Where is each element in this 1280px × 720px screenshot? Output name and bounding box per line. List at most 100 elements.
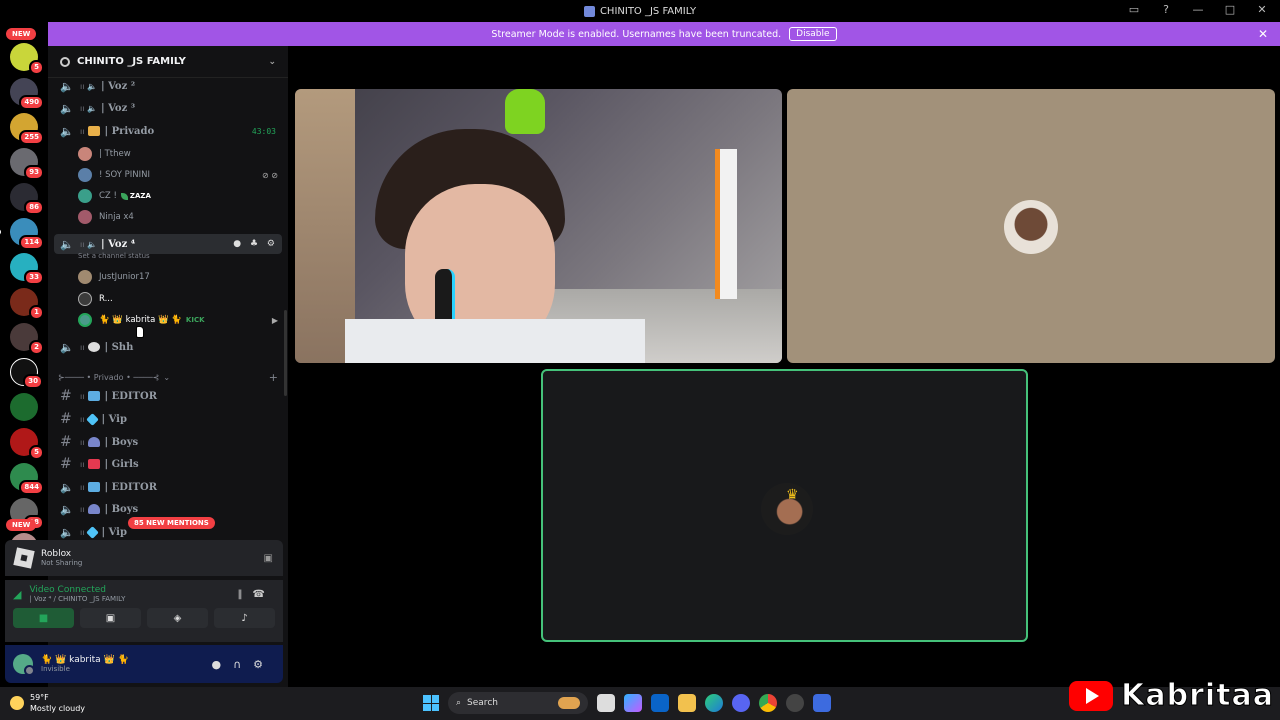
headphones-icon[interactable]: ∩: [233, 658, 253, 671]
participant-tile-speaking[interactable]: ♛: [541, 369, 1028, 642]
help-icon[interactable]: ?: [1158, 3, 1174, 16]
voice-channel[interactable]: 🔈 ıı | EDITOR: [54, 477, 282, 497]
disconnect-icon[interactable]: ☎: [253, 589, 275, 600]
maximize-button[interactable]: □: [1222, 3, 1238, 16]
inbox-icon[interactable]: ▭: [1126, 3, 1142, 16]
chevron-down-icon: ⌄: [268, 56, 276, 67]
voice-member[interactable]: R...: [78, 290, 278, 308]
speaker-icon: 🔈: [60, 79, 74, 93]
new-pill[interactable]: NEW: [6, 519, 37, 531]
channel-name: | Girls: [104, 458, 139, 470]
voice-member[interactable]: ! SOY PININI ⊘ ⊘: [78, 166, 278, 184]
file-explorer-icon[interactable]: [678, 694, 696, 712]
channel-status[interactable]: Set a channel status: [78, 252, 150, 260]
voice-channel[interactable]: 🔈 ıı 🔈 | Voz ³: [54, 98, 282, 118]
text-channel[interactable]: # ıı | EDITOR: [54, 386, 282, 406]
sep-icon: ıı: [80, 391, 85, 401]
server-icon[interactable]: 490: [10, 78, 44, 110]
text-channel[interactable]: # ıı | Girls: [54, 454, 282, 474]
camera-button[interactable]: ■: [13, 608, 74, 628]
microphone-icon[interactable]: ●: [211, 658, 233, 671]
guild-name: CHINITO _JS FAMILY: [77, 56, 186, 67]
new-pill[interactable]: NEW: [6, 28, 37, 40]
task-view-icon[interactable]: [597, 694, 615, 712]
text-channel[interactable]: # ıı | Vip: [54, 409, 282, 429]
text-channel[interactable]: # ıı | Boys: [54, 432, 282, 452]
signal-icon[interactable]: ◢: [13, 588, 21, 601]
hash-icon: #: [60, 456, 72, 472]
speaker-icon: 🔈: [60, 340, 74, 354]
video-tile[interactable]: [295, 89, 782, 363]
app-icon[interactable]: [786, 694, 804, 712]
outlook-icon[interactable]: [651, 694, 669, 712]
voice-member[interactable]: | Tthew: [78, 145, 278, 163]
minimize-button[interactable]: —: [1190, 3, 1206, 16]
server-icon[interactable]: 86: [10, 183, 44, 215]
channel-name: | Vip: [101, 526, 127, 538]
screen-share-button[interactable]: ▣: [80, 608, 141, 628]
activity-panel: Roblox Not Sharing ▣: [5, 540, 283, 576]
member-name: ! SOY PININI: [99, 170, 150, 180]
voice-channel[interactable]: 🔈 ıı | Shh: [54, 337, 282, 357]
user-controls: ●∩⚙: [211, 658, 275, 671]
copilot-icon[interactable]: [624, 694, 642, 712]
server-icon[interactable]: 5: [10, 428, 44, 460]
close-button[interactable]: ✕: [1254, 3, 1270, 16]
voice-channel[interactable]: 🔈 ıı | Boys: [54, 499, 282, 519]
channel-tools[interactable]: ● ♣ ⚙: [233, 239, 278, 249]
speaker-icon: 🔈: [60, 124, 74, 138]
disable-button[interactable]: Disable: [789, 27, 837, 41]
voice-member[interactable]: 🐈 👑 kabrita 👑 🐈 KICK ▶: [78, 311, 278, 329]
voice-member[interactable]: Ninja x4: [78, 208, 278, 226]
windows-start-icon[interactable]: [423, 695, 439, 711]
discord-icon[interactable]: [732, 694, 750, 712]
close-icon[interactable]: ✕: [1258, 27, 1268, 41]
chrome-icon[interactable]: [759, 694, 777, 712]
voice-actions: ‖☎: [238, 589, 275, 600]
avatar[interactable]: [13, 654, 35, 676]
weather-widget[interactable]: 59°F Mostly cloudy: [10, 692, 85, 714]
server-icon[interactable]: [10, 393, 38, 421]
voice-channel[interactable]: 🔈 ıı 🔈 | Voz ²: [54, 76, 282, 96]
voice-member[interactable]: CZ ! ZAZA: [78, 187, 278, 205]
share-screen-icon[interactable]: ▣: [264, 553, 273, 564]
sidebar-scrollbar[interactable]: [284, 310, 287, 396]
voice-member[interactable]: JustJunior17: [78, 268, 278, 286]
category-header[interactable]: ⊱──── • Privado • ────⊰ ⌄ +: [58, 371, 278, 384]
taskbar-search[interactable]: ⌕ Search: [448, 692, 588, 714]
soundboard-button[interactable]: ♪: [214, 608, 275, 628]
server-icon[interactable]: 30: [10, 358, 43, 389]
server-icon[interactable]: 5: [10, 43, 44, 75]
camera-icon: ▶: [271, 315, 278, 325]
avatar: [78, 189, 92, 203]
voice-channel-path[interactable]: | Voz ⁴ / CHINITO _JS FAMILY: [29, 595, 125, 603]
voice-channel[interactable]: 🔈 ıı | Privado 43:03: [54, 121, 282, 141]
user-panel: 🐈 👑 kabrita 👑 🐈 Invisible ●∩⚙: [5, 645, 283, 683]
clan-tag-label: ZAZA: [129, 192, 151, 200]
server-icon[interactable]: 255: [10, 113, 44, 145]
username[interactable]: 🐈 👑 kabrita 👑 🐈: [41, 655, 129, 665]
new-mentions-pill[interactable]: 85 NEW MENTIONS: [128, 517, 215, 529]
voice-channel-active[interactable]: 🔈 ıı 🔈 | Voz ⁴ ● ♣ ⚙: [54, 234, 282, 254]
voice-status[interactable]: Video Connected: [29, 585, 125, 595]
emoji-icon: [88, 391, 101, 401]
server-icon[interactable]: 1: [10, 288, 44, 320]
speaker-icon: 🔈: [60, 101, 74, 115]
server-icon[interactable]: 844: [10, 463, 44, 495]
add-channel-icon[interactable]: +: [269, 371, 278, 384]
server-icon[interactable]: 93: [10, 148, 44, 180]
participant-tile[interactable]: [787, 89, 1275, 363]
server-icon[interactable]: 114: [0, 218, 44, 250]
activity-button[interactable]: ◈: [147, 608, 208, 628]
temperature: 59°F: [30, 693, 49, 702]
guild-header[interactable]: CHINITO _JS FAMILY ⌄: [48, 46, 288, 78]
roblox-studio-icon[interactable]: [813, 694, 831, 712]
activity-name: Roblox: [41, 549, 72, 559]
edge-icon[interactable]: [705, 694, 723, 712]
participant-avatar: [1004, 200, 1058, 254]
server-icon[interactable]: 33: [10, 253, 44, 285]
ghost-icon: [88, 342, 101, 352]
noise-suppression-icon[interactable]: ‖: [238, 589, 253, 600]
server-icon[interactable]: 2: [10, 323, 44, 355]
gear-icon[interactable]: ⚙: [253, 658, 275, 671]
